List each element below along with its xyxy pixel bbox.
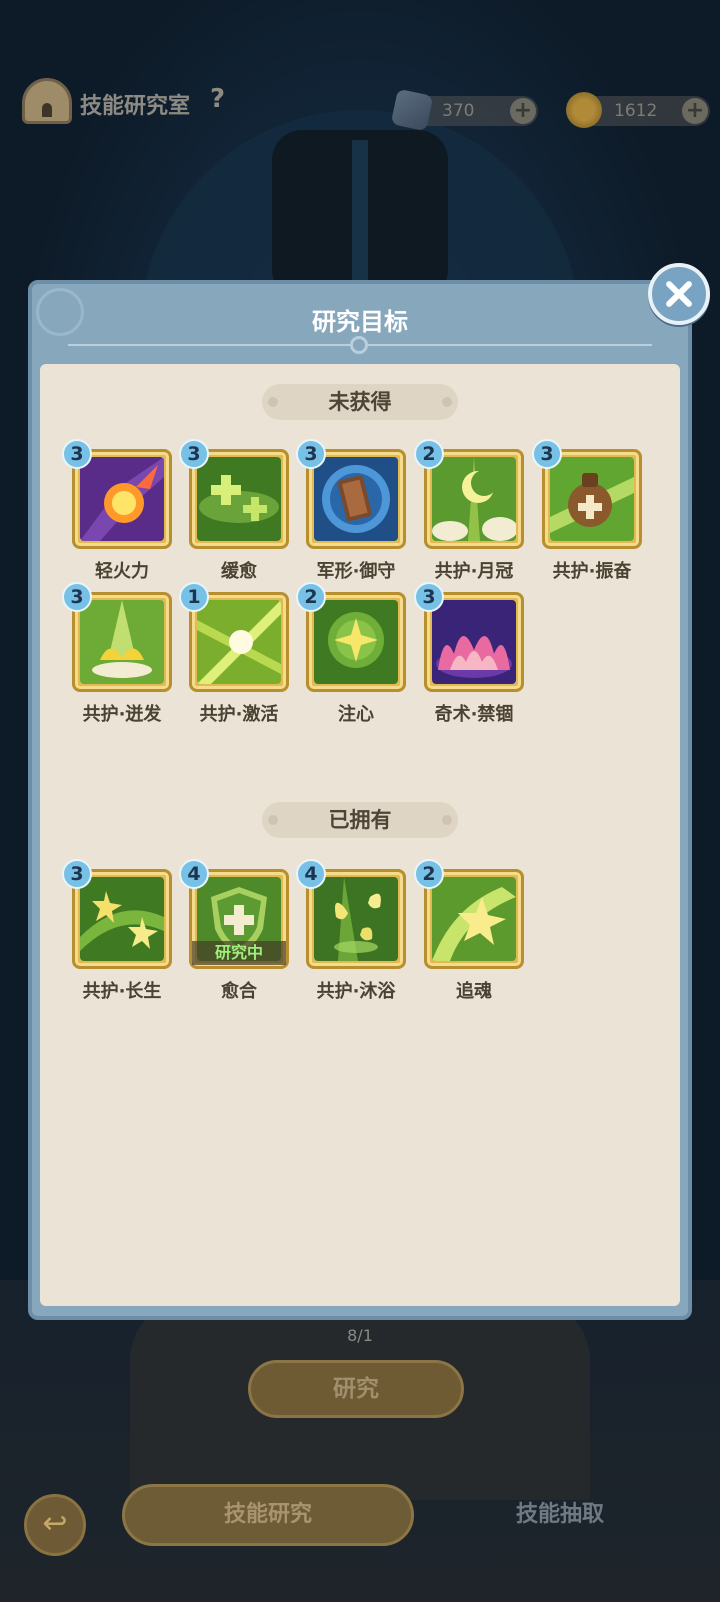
skill-level-badge: 3 xyxy=(179,439,209,469)
skill-level-badge: 4 xyxy=(296,859,326,889)
skill-level-badge: 2 xyxy=(414,859,444,889)
top-bar: 技能研究室 ? 370 + 1612 + xyxy=(0,70,720,140)
star-orb-icon xyxy=(314,600,398,684)
butterflies-icon xyxy=(314,877,398,961)
purple-flames-icon xyxy=(432,600,516,684)
close-button[interactable] xyxy=(648,263,710,325)
shooting-stars-icon xyxy=(80,877,164,961)
lab-dome-icon xyxy=(22,78,72,124)
activate-flash-icon xyxy=(197,600,281,684)
dialog-body: 未获得 3 轻火力 3 缓愈 3 军形·御守 2 共护·月冠 3 共护·振奋 3… xyxy=(40,364,680,1306)
research-target-dialog: 研究目标 未获得 3 轻火力 3 缓愈 3 军形·御守 2 共护·月冠 3 共护… xyxy=(28,280,692,1320)
gear-icon xyxy=(350,336,368,354)
skill-name: 奇术·禁锢 xyxy=(434,704,514,725)
dialog-title: 研究目标 xyxy=(312,308,408,336)
section-not-obtained: 未获得 xyxy=(262,384,458,420)
skill-level-badge: 3 xyxy=(296,439,326,469)
gem-counter: 370 + xyxy=(390,88,538,132)
skill-level-badge: 2 xyxy=(414,439,444,469)
fire-meteor-icon xyxy=(80,457,164,541)
tab-skill-draw[interactable]: 技能抽取 xyxy=(470,1484,650,1546)
potion-jar-icon xyxy=(550,457,634,541)
help-button[interactable]: ? xyxy=(210,84,225,114)
add-coin-button[interactable]: + xyxy=(682,98,708,124)
skill-level-badge: 3 xyxy=(62,859,92,889)
skill-level-badge: 2 xyxy=(296,582,326,612)
moon-crown-icon xyxy=(432,457,516,541)
gem-icon xyxy=(390,88,434,132)
section-owned: 已拥有 xyxy=(262,802,458,838)
heal-crosses-icon xyxy=(197,457,281,541)
star-swirl-icon xyxy=(432,877,516,961)
lotus-burst-icon xyxy=(80,600,164,684)
skill-level-badge: 4 xyxy=(179,859,209,889)
coin-counter: 1612 + xyxy=(566,92,710,128)
skill-level-badge: 3 xyxy=(532,439,562,469)
add-gem-button[interactable]: + xyxy=(510,98,536,124)
skill-level-badge: 3 xyxy=(62,582,92,612)
skill-name: 追魂 xyxy=(456,981,492,1002)
tab-skill-research[interactable]: 技能研究 xyxy=(122,1484,414,1546)
page-title: 技能研究室 xyxy=(80,94,191,119)
gem-value: 370 xyxy=(442,101,475,121)
coin-value: 1612 xyxy=(614,101,658,121)
skill-level-badge: 1 xyxy=(179,582,209,612)
skill-level-badge: 3 xyxy=(62,439,92,469)
skill-level-badge: 3 xyxy=(414,582,444,612)
researching-status: 研究中 xyxy=(192,941,286,965)
shield-book-icon xyxy=(314,457,398,541)
research-count: 8/1 xyxy=(347,1326,373,1345)
coin-icon xyxy=(566,92,602,128)
back-button[interactable]: ↩ xyxy=(24,1494,86,1556)
research-button[interactable]: 研究 xyxy=(248,1360,464,1418)
skill-name: 共护·振奋 xyxy=(552,561,632,582)
